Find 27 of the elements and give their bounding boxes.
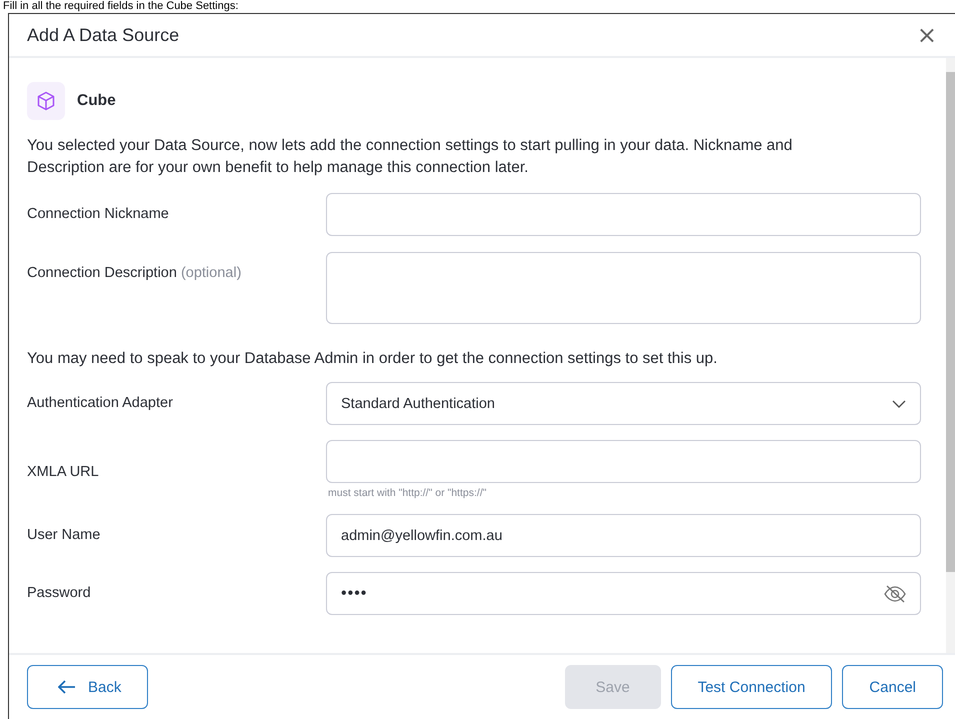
intro-text: You selected your Data Source, now lets add the connection settings to start pulling in your data. Nickname and Description are for your own benefit to help manage this connection later.: [27, 136, 794, 178]
footer-button[interactable]: Test Connection: [670, 665, 832, 709]
field-label: Connection Nickname: [27, 205, 170, 222]
field-label: Authentication Adapter: [27, 394, 174, 411]
dropdown-field[interactable]: Standard Authentication: [326, 382, 921, 425]
input-field[interactable]: [326, 193, 921, 236]
arrow-left-icon: [58, 680, 76, 694]
source-name: Cube: [77, 92, 116, 110]
footer-button[interactable]: Back: [27, 665, 148, 709]
input-field[interactable]: admin@yellowfin.com.au: [326, 514, 921, 557]
field-label: User Name: [27, 526, 102, 543]
cube-icon: [27, 82, 65, 120]
password-field[interactable]: ••••: [326, 572, 921, 615]
dialog-title: Add A Data Source: [27, 24, 180, 46]
field-label: Connection Description (optional): [27, 264, 242, 281]
notice-text: You may need to speak to your Database Admin in order to get the connection settings to set this up.: [27, 350, 718, 368]
description-field[interactable]: [326, 252, 921, 324]
field-label: XMLA URL: [27, 463, 100, 480]
caption-text: Fill in all the required fields in the Cube Settings:: [2, 0, 240, 13]
eye-slash-icon[interactable]: [884, 584, 906, 602]
footer-button[interactable]: Cancel: [842, 665, 943, 709]
chevron-down-icon: [892, 400, 906, 408]
field-label: Password: [27, 584, 92, 601]
close-button[interactable]: ×: [914, 23, 939, 47]
field-hint: must start with "http://" or "https://": [328, 487, 488, 499]
input-field[interactable]: [326, 440, 921, 483]
scrollbar[interactable]: [946, 58, 955, 653]
